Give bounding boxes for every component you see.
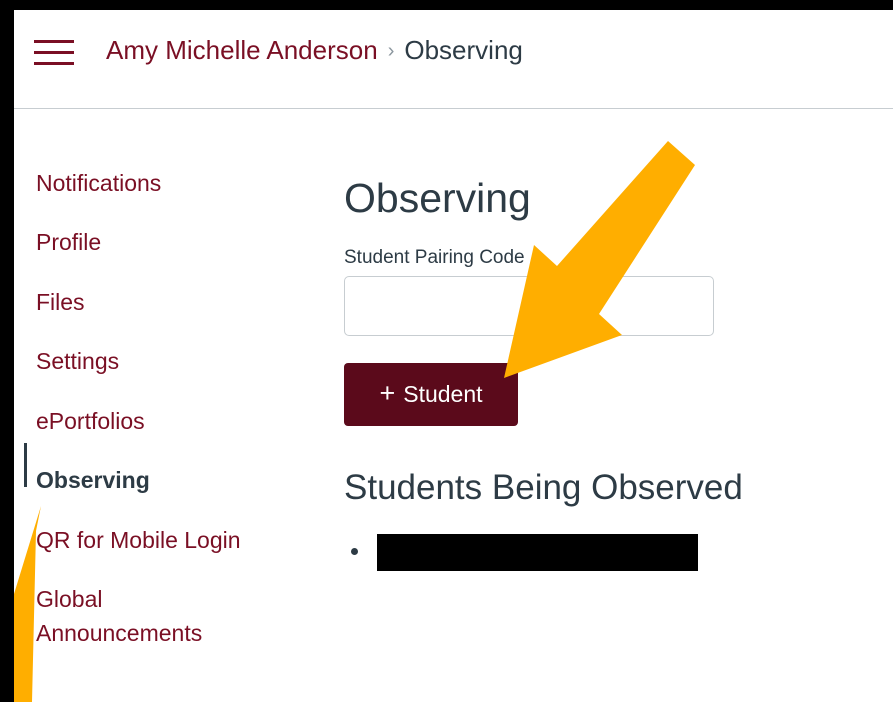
sidebar-item-label: Global (36, 586, 103, 612)
sidebar-item-notifications[interactable]: Notifications (36, 166, 161, 200)
sidebar-item-settings[interactable]: Settings (36, 344, 119, 378)
page-header: Amy Michelle Anderson › Observing (14, 10, 893, 109)
bullet-icon (351, 548, 358, 555)
sidebar-item-files[interactable]: Files (36, 285, 85, 319)
redacted-student-name (377, 534, 698, 571)
arrow-pointing-to-add-button (504, 141, 695, 378)
breadcrumb-separator-icon: › (387, 40, 395, 62)
plus-icon: + (379, 378, 396, 408)
sidebar-item-profile[interactable]: Profile (36, 225, 101, 259)
page-title: Observing (344, 175, 531, 221)
breadcrumb: Amy Michelle Anderson › Observing (106, 34, 523, 69)
pairing-code-label: Student Pairing Code (344, 247, 525, 268)
sidebar-item-eportfolios[interactable]: ePortfolios (36, 404, 145, 438)
pairing-code-input[interactable] (344, 276, 714, 336)
observing-page: Amy Michelle Anderson › Observing Notifica… (14, 10, 893, 702)
observed-students-title: Students Being Observed (344, 468, 743, 507)
sidebar-item-observing[interactable]: Observing (36, 463, 150, 497)
hamburger-icon[interactable] (34, 36, 74, 66)
add-student-label: Student (403, 381, 483, 407)
sidebar-item-qr-mobile-login[interactable]: QR for Mobile Login (36, 523, 241, 557)
sidebar-item-label: Announcements (36, 620, 203, 646)
sidebar-active-indicator (24, 443, 27, 487)
add-student-button[interactable]: + Student (344, 363, 518, 426)
breadcrumb-user-link[interactable]: Amy Michelle Anderson (106, 35, 378, 65)
sidebar-item-global-announcements[interactable]: Global Announcements (36, 582, 202, 650)
breadcrumb-current: Observing (404, 35, 523, 65)
